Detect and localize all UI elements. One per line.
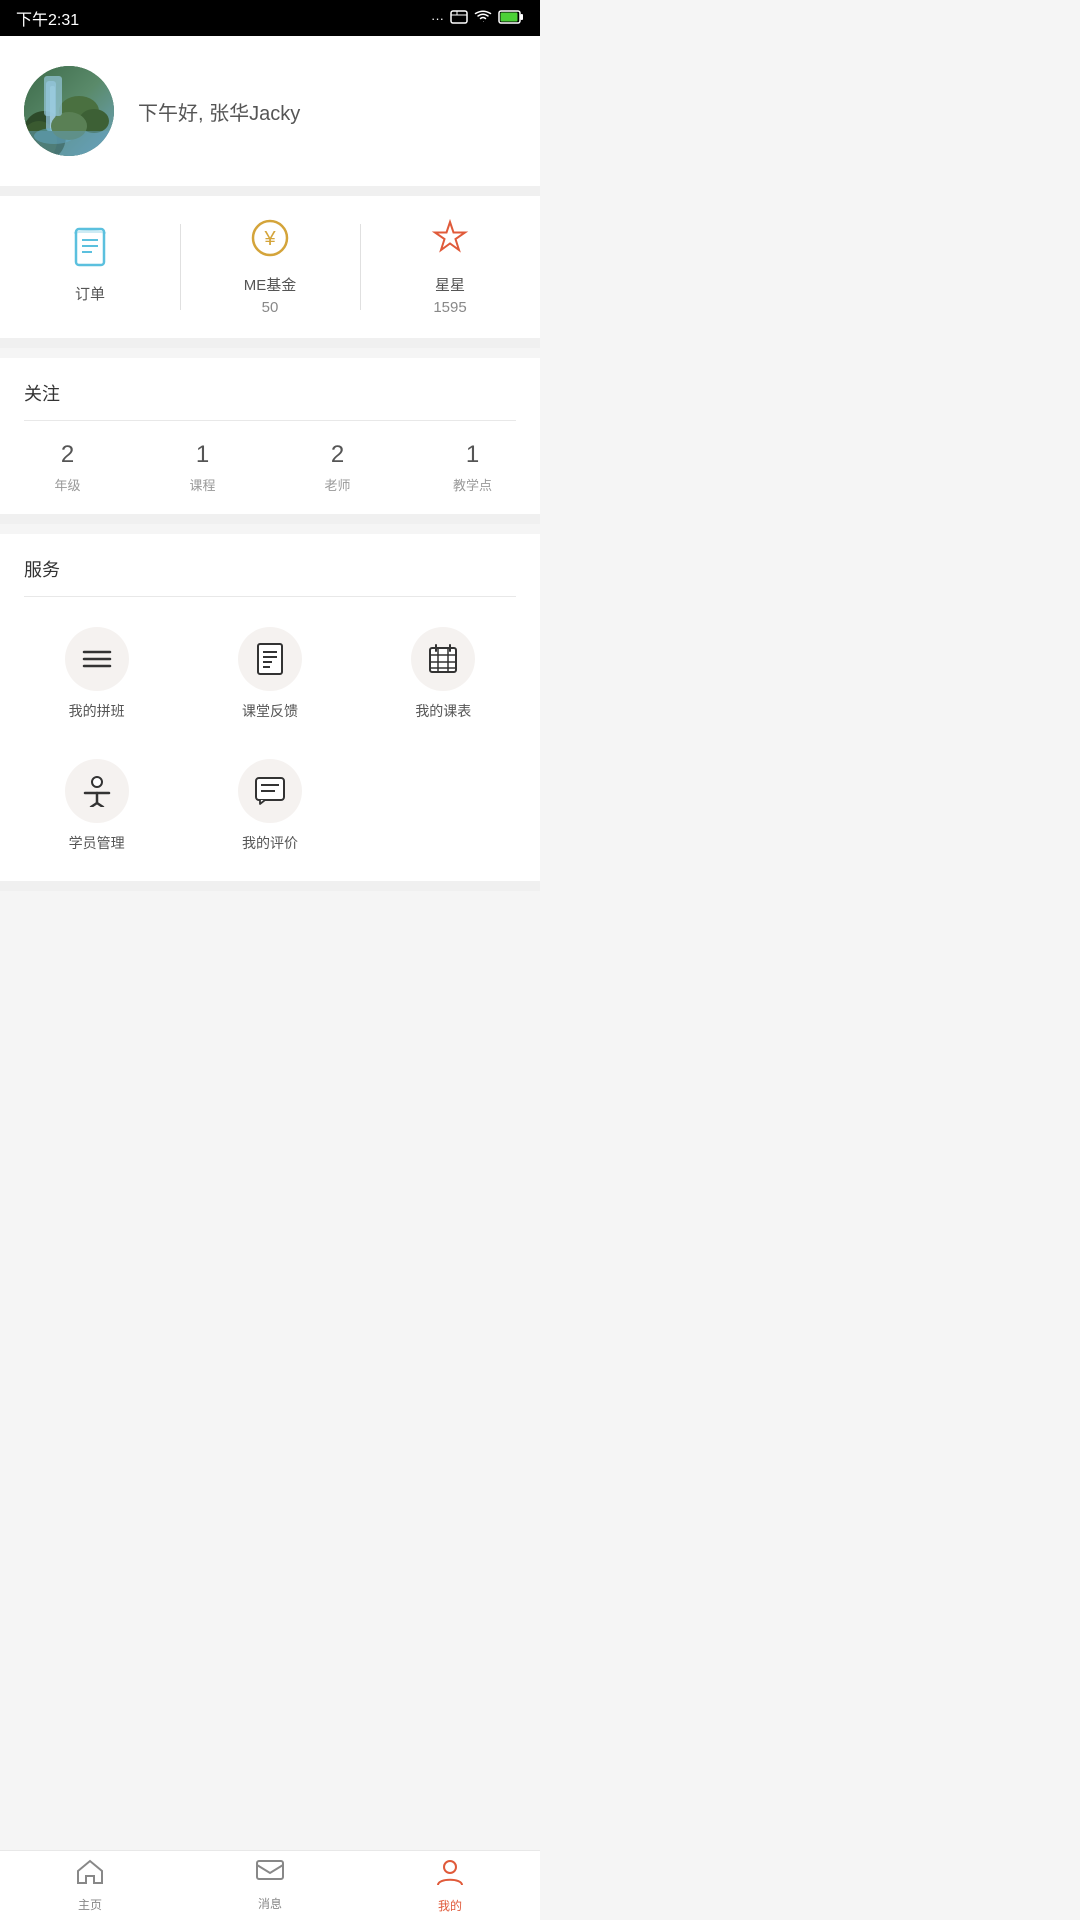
stars-icon [430, 218, 470, 266]
follow-course-label: 课程 [189, 475, 215, 494]
follow-grade[interactable]: 2 年级 [0, 441, 135, 494]
feedback-icon-wrap [238, 627, 302, 691]
divider-1 [0, 186, 540, 196]
nav-home-label: 主页 [78, 1896, 102, 1913]
nav-mine-label: 我的 [438, 1897, 462, 1914]
review-icon-wrap [238, 759, 302, 823]
battery-icon [498, 10, 524, 27]
follow-section: 关注 2 年级 1 课程 2 老师 1 教学点 [0, 358, 540, 514]
nav-messages-label: 消息 [258, 1895, 282, 1912]
orders-icon [72, 227, 108, 275]
avatar[interactable] [24, 66, 114, 156]
me-fund-label: ME基金 [244, 274, 297, 295]
divider-2 [0, 338, 540, 348]
follow-grid: 2 年级 1 课程 2 老师 1 教学点 [0, 421, 540, 514]
service-student-mgmt-label: 学员管理 [69, 833, 125, 853]
follow-campus-label: 教学点 [453, 475, 492, 494]
stat-stars[interactable]: 星星 1595 [360, 196, 540, 338]
follow-title: 关注 [0, 358, 540, 420]
pinban-icon-wrap [65, 627, 129, 691]
service-pinban-label: 我的拼班 [69, 701, 125, 721]
stars-label: 星星 [435, 274, 465, 295]
service-grid: 我的拼班 课堂反馈 [0, 597, 540, 881]
feedback-icon [256, 643, 284, 675]
home-icon [76, 1859, 104, 1892]
greeting-text: 下午好, 张华Jacky [138, 97, 300, 126]
profile-section: 下午好, 张华Jacky [0, 36, 540, 186]
service-feedback-label: 课堂反馈 [242, 701, 298, 721]
messages-icon [256, 1860, 284, 1891]
follow-campus[interactable]: 1 教学点 [405, 441, 540, 494]
divider-4 [0, 881, 540, 891]
service-timetable[interactable]: 我的课表 [357, 617, 530, 739]
follow-teacher-label: 老师 [324, 475, 350, 494]
status-icons: ··· [431, 10, 524, 27]
follow-teacher[interactable]: 2 老师 [270, 441, 405, 494]
avatar-image [24, 66, 114, 156]
service-review-label: 我的评价 [242, 833, 298, 853]
review-icon [255, 777, 285, 805]
service-feedback[interactable]: 课堂反馈 [183, 617, 356, 739]
service-student-mgmt[interactable]: 学员管理 [10, 749, 183, 871]
nav-messages[interactable]: 消息 [180, 1851, 360, 1920]
timetable-icon-wrap [411, 627, 475, 691]
follow-course[interactable]: 1 课程 [135, 441, 270, 494]
stats-section: 订单 ¥ ME基金 50 星星 1595 [0, 196, 540, 338]
mine-icon [436, 1858, 464, 1893]
services-title: 服务 [0, 534, 540, 596]
pinban-icon [82, 647, 112, 671]
status-time: 下午2:31 [16, 6, 79, 30]
follow-grade-label: 年级 [54, 475, 80, 494]
service-review[interactable]: 我的评价 [183, 749, 356, 871]
student-mgmt-icon [83, 775, 111, 807]
status-bar: 下午2:31 ··· [0, 0, 540, 36]
stars-value: 1595 [433, 299, 466, 316]
divider-3 [0, 514, 540, 524]
me-fund-value: 50 [262, 299, 279, 316]
svg-text:¥: ¥ [263, 228, 276, 250]
service-pinban[interactable]: 我的拼班 [10, 617, 183, 739]
service-timetable-label: 我的课表 [415, 701, 471, 721]
sim-icon [450, 10, 468, 27]
signal-icon: ··· [431, 11, 444, 26]
follow-course-count: 1 [196, 441, 209, 469]
orders-label: 订单 [75, 283, 105, 304]
follow-grade-count: 2 [61, 441, 74, 469]
services-section: 服务 我的拼班 [0, 534, 540, 881]
stat-orders[interactable]: 订单 [0, 196, 180, 338]
stat-me-fund[interactable]: ¥ ME基金 50 [180, 196, 360, 338]
follow-teacher-count: 2 [331, 441, 344, 469]
timetable-icon [428, 644, 458, 674]
follow-campus-count: 1 [466, 441, 479, 469]
nav-mine[interactable]: 我的 [360, 1851, 540, 1920]
nav-home[interactable]: 主页 [0, 1851, 180, 1920]
student-mgmt-icon-wrap [65, 759, 129, 823]
me-fund-icon: ¥ [250, 218, 290, 266]
wifi-icon [474, 10, 492, 27]
bottom-nav: 主页 消息 我的 [0, 1850, 540, 1920]
